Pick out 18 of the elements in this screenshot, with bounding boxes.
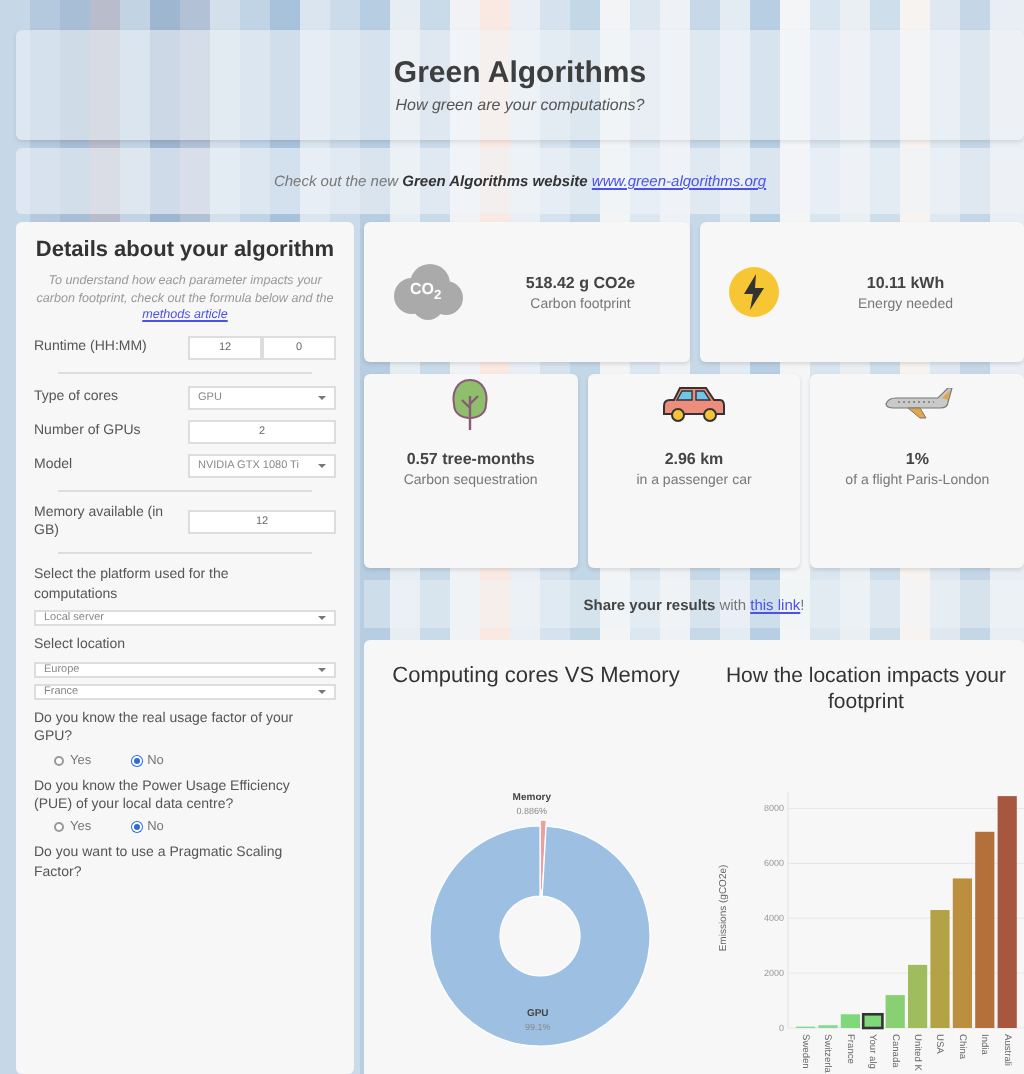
panel-title: Details about your algorithm [34, 238, 336, 262]
equivalent-value: 2.96 km [664, 450, 724, 468]
radio-button[interactable] [54, 822, 64, 833]
equivalent-value: 0.57 tree-months [406, 450, 535, 468]
tree-icon [448, 376, 493, 432]
equivalent-value: 1% [905, 450, 929, 468]
radio-button[interactable] [54, 755, 64, 766]
result-value: 10.11 kWh [866, 273, 945, 291]
cloud-icon [392, 262, 464, 322]
app-title: Green Algorithms [393, 56, 647, 90]
lightning-icon [727, 266, 779, 318]
app-subtitle: How green are your computations? [395, 96, 645, 114]
chart-title: Computing cores VS Memory [390, 664, 682, 692]
car-icon [662, 384, 726, 424]
icon-label: CO$_{2}$ [410, 280, 442, 304]
chart-title: How the location impacts your footprint [723, 664, 1009, 719]
airplane-icon [881, 388, 954, 420]
result-value: 518.42 g CO2e [525, 273, 636, 291]
